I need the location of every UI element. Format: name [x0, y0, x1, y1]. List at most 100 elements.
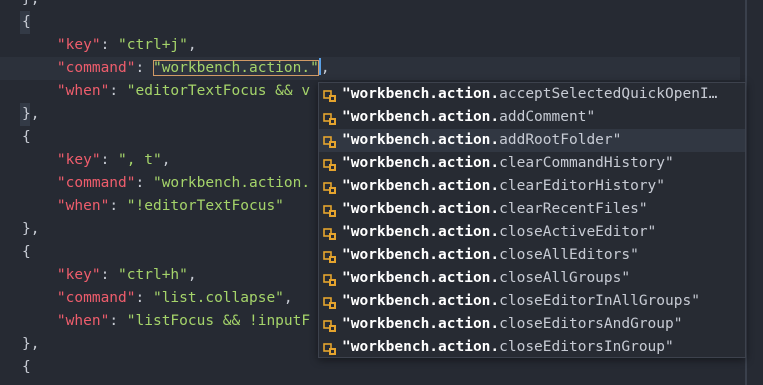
punctuation: : — [109, 313, 127, 329]
method-cube-icon — [323, 88, 337, 102]
method-cube-icon — [323, 341, 337, 355]
punctuation: : — [100, 267, 119, 283]
code-text: }, — [22, 0, 39, 11]
suggestion-label: "workbench.action.closeAllEditors" — [342, 244, 639, 267]
punctuation: : — [100, 37, 119, 53]
method-cube-icon — [323, 111, 337, 125]
suggestion-label: "workbench.action.closeEditorsInGroup" — [342, 336, 674, 357]
suggestion-item[interactable]: "workbench.action.clearRecentFiles" — [319, 198, 745, 221]
punctuation: , — [161, 152, 171, 168]
suggestion-item[interactable]: "workbench.action.closeEditorsInGroup" — [319, 336, 745, 357]
punctuation: }, — [22, 0, 39, 7]
punctuation: { — [22, 359, 31, 375]
autocomplete-suggestion-list[interactable]: "workbench.action. acceptSelectedQuickOpe… — [318, 82, 746, 358]
punctuation: : — [135, 290, 153, 306]
code-line[interactable]: "key": "ctrl+j", — [0, 34, 740, 57]
method-cube-icon — [323, 203, 337, 217]
code-text: }, — [22, 218, 39, 241]
suggestion-match-highlight: "workbench.action. — [342, 247, 500, 263]
punctuation: }, — [22, 336, 40, 352]
suggestion-rest: closeAllGroups" — [499, 270, 631, 286]
suggestion-item[interactable]: "workbench.action.clearCommandHistory" — [319, 152, 745, 175]
suggestion-label: "workbench.action.closeAllGroups" — [342, 267, 630, 290]
json-string: "editorTextFocus && v — [126, 83, 311, 99]
suggestion-item[interactable]: "workbench.action.closeEditorInAllGroups… — [319, 290, 745, 313]
method-cube-icon — [323, 272, 337, 286]
suggestion-label: "workbench.action.closeEditorInAllGroups… — [342, 290, 700, 313]
suggestion-label: "workbench.action.acceptSelectedQuickOpe… — [342, 83, 717, 106]
punctuation: }, — [22, 221, 40, 237]
suggestion-item[interactable]: "workbench.action.clearEditorHistory" — [319, 175, 745, 198]
code-line[interactable]: { — [0, 11, 740, 34]
suggestion-item[interactable]: "workbench.action.closeEditorsAndGroup" — [319, 313, 745, 336]
suggestion-label: "workbench.action.addRootFolder" — [342, 129, 621, 152]
suggestion-label: "workbench.action.closeActiveEditor" — [342, 221, 656, 244]
json-key: "key" — [56, 267, 101, 283]
punctuation: : — [135, 60, 153, 76]
code-line[interactable]: { — [0, 356, 740, 379]
suggestion-rest: closeEditorInAllGroups" — [499, 293, 700, 309]
suggestion-rest: acceptSelectedQuickOpenI… — [499, 86, 718, 102]
code-text: "command": "list.collapse", — [22, 287, 293, 310]
method-cube-icon — [323, 318, 337, 332]
code-line[interactable]: }, — [0, 0, 740, 11]
suggestion-item[interactable]: "workbench.action.addRootFolder" — [319, 129, 745, 152]
punctuation: : — [100, 152, 119, 168]
suggestion-rest: clearRecentFiles" — [499, 201, 648, 217]
json-string: "ctrl+h" — [118, 267, 188, 283]
json-key: "command" — [56, 175, 136, 191]
suggestion-item[interactable]: "workbench.action.acceptSelectedQuickOpe… — [319, 83, 745, 106]
json-string: "!editorTextFocus" — [126, 198, 284, 214]
suggestion-item[interactable]: "workbench.action.addComment" — [319, 106, 745, 129]
code-line[interactable]: "command": "workbench.action.", — [0, 57, 740, 80]
code-text: "key": "ctrl+h", — [22, 264, 197, 287]
suggestion-match-highlight: "workbench.action. — [342, 155, 500, 171]
punctuation: { — [22, 244, 31, 260]
json-string: ", t" — [118, 152, 162, 168]
method-cube-icon — [323, 180, 337, 194]
code-text: { — [22, 126, 31, 149]
suggestion-match-highlight: "workbench.action. — [342, 316, 500, 332]
suggestion-item[interactable]: "workbench.action.closeAllEditors" — [319, 244, 745, 267]
suggestion-rest: addRootFolder" — [499, 132, 622, 148]
suggestion-match-highlight: "workbench.action. — [342, 339, 500, 355]
json-key: "when" — [56, 313, 110, 329]
code-text: { — [22, 241, 31, 264]
punctuation: , — [283, 290, 293, 306]
suggestion-match-highlight: "workbench.action. — [342, 270, 500, 286]
suggestion-rest: clearCommandHistory" — [499, 155, 674, 171]
json-key: "key" — [56, 37, 101, 53]
code-text: "when": "listFocus && !inputF — [22, 310, 310, 333]
suggestion-label: "workbench.action.clearRecentFiles" — [342, 198, 648, 221]
json-string: "list.collapse" — [152, 290, 284, 306]
suggestion-match-highlight: "workbench.action. — [342, 201, 500, 217]
code-text: }, — [22, 103, 39, 126]
json-key: "key" — [56, 152, 101, 168]
code-text: { — [22, 356, 31, 379]
punctuation: : — [109, 83, 127, 99]
json-string: "workbench.action. — [152, 175, 311, 191]
punctuation: }, — [22, 106, 40, 122]
method-cube-icon — [323, 134, 337, 148]
suggestion-item[interactable]: "workbench.action.closeAllGroups" — [319, 267, 745, 290]
suggestion-rest: closeActiveEditor" — [499, 224, 657, 240]
code-text: "key": "ctrl+j", — [22, 34, 197, 57]
json-string: "ctrl+j" — [118, 37, 188, 53]
punctuation: : — [135, 175, 153, 191]
punctuation: , — [187, 37, 197, 53]
suggestion-label: "workbench.action.clearEditorHistory" — [342, 175, 665, 198]
suggestion-rest: clearEditorHistory" — [499, 178, 666, 194]
suggestion-label: "workbench.action.addComment" — [342, 106, 595, 129]
code-text: }, — [22, 333, 39, 356]
code-text: { — [22, 11, 31, 34]
suggestion-match-highlight: "workbench.action. — [342, 293, 500, 309]
punctuation: : — [109, 198, 127, 214]
method-cube-icon — [323, 249, 337, 263]
suggestion-item[interactable]: "workbench.action.closeActiveEditor" — [319, 221, 745, 244]
